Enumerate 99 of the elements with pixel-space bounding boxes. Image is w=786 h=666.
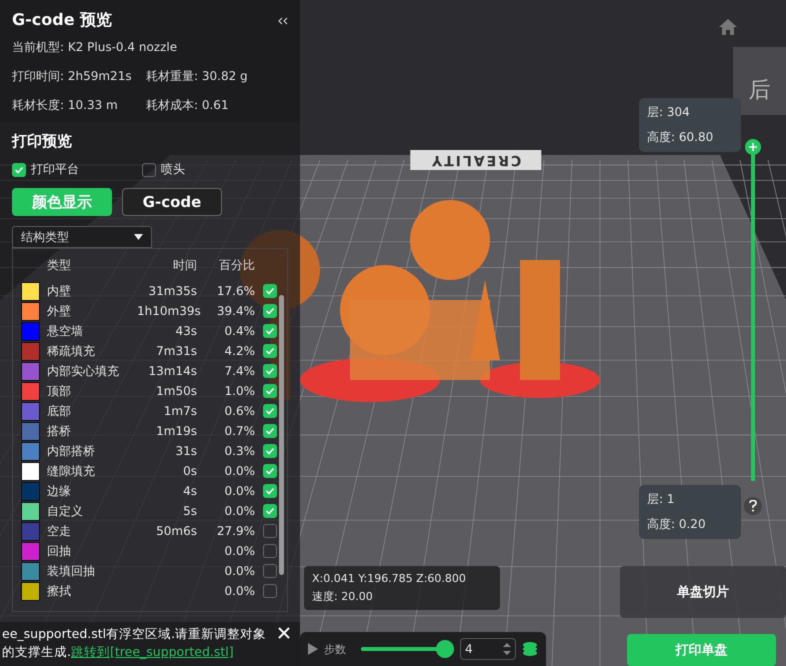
checkbox[interactable]: [263, 324, 277, 338]
feature-time: 1m7s: [162, 404, 197, 418]
checkbox[interactable]: [263, 584, 277, 598]
feature-percent: 0.0%: [224, 584, 255, 598]
scrollbar[interactable]: [279, 295, 284, 575]
step-input-field[interactable]: 4: [460, 638, 516, 660]
checkbox[interactable]: [263, 384, 277, 398]
feature-percent: 0.3%: [224, 444, 255, 458]
column-header: 类型: [47, 256, 72, 274]
section-title: 打印预览: [12, 132, 73, 151]
checkbox[interactable]: [263, 564, 277, 578]
feature-name: 缝隙填充: [47, 462, 96, 480]
feature-percent: 39.4%: [216, 304, 255, 318]
checkbox-label: 打印平台: [31, 161, 79, 178]
home-icon[interactable]: [719, 19, 737, 35]
feature-name: 装填回抽: [47, 562, 96, 580]
feature-time: 50m6s: [155, 524, 197, 538]
feature-name: 内部搭桥: [47, 442, 96, 460]
checkbox[interactable]: [263, 524, 277, 538]
print-stat: 耗材成本: 0.61: [146, 97, 230, 114]
layer-label: 层: 304: [647, 104, 691, 121]
feature-percent: 0.0%: [224, 504, 255, 518]
feature-time: 43s: [174, 324, 197, 338]
feature-percent: 27.9%: [216, 524, 255, 538]
view-type-dropdown[interactable]: 结构类型: [12, 226, 152, 248]
checkbox[interactable]: [263, 404, 277, 418]
machine-label: 当前机型: K2 Plus-0.4 nozzle: [12, 39, 178, 56]
feature-percent: 7.4%: [224, 364, 255, 378]
feature-percent: 0.0%: [224, 544, 255, 558]
feature-time: 13m14s: [148, 364, 197, 378]
column-header: 百分比: [218, 256, 255, 274]
view-mode-button[interactable]: G-code: [122, 188, 222, 216]
checkbox[interactable]: [263, 284, 277, 298]
feature-name: 内部实心填充: [47, 362, 120, 380]
feature-name: 稀疏填充: [47, 342, 96, 360]
plate-logo: CREALITY: [410, 150, 542, 170]
object-link[interactable]: 跳转到[tree_supported.stl]: [70, 644, 234, 659]
feature-percent: 0.0%: [224, 464, 255, 478]
feature-name: 悬空墙: [47, 322, 84, 340]
column-header: 时间: [172, 256, 197, 274]
view-cube[interactable]: 后: [733, 47, 786, 115]
feature-percent: 4.2%: [224, 344, 255, 358]
speed-readout: 速度: 20.00: [312, 589, 374, 604]
checkbox[interactable]: [263, 504, 277, 518]
feature-name: 外壁: [47, 302, 72, 320]
collapse-icon[interactable]: [278, 16, 288, 24]
play-icon[interactable]: [308, 643, 318, 655]
feature-time: 31m35s: [148, 284, 197, 298]
print-stat: 耗材重量: 30.82 g: [146, 68, 249, 85]
feature-percent: 0.4%: [224, 324, 255, 338]
checkbox[interactable]: [142, 162, 156, 176]
checkbox[interactable]: [263, 304, 277, 318]
slider-thumb[interactable]: [436, 640, 454, 658]
feature-time: 31s: [174, 444, 197, 458]
checkbox-label: 喷头: [161, 161, 185, 178]
feature-name: 回抽: [47, 542, 72, 560]
feature-name: 自定义: [47, 502, 84, 520]
feature-name: 内壁: [47, 282, 72, 300]
checkmark-icon: [14, 164, 24, 174]
feature-time: 1m19s: [155, 424, 197, 438]
feature-time: 0s: [182, 464, 197, 478]
layer-label: 层: 1: [647, 491, 676, 508]
feature-time: 1m50s: [155, 384, 197, 398]
feature-percent: 0.6%: [224, 404, 255, 418]
checkbox[interactable]: [263, 544, 277, 558]
feature-time: 4s: [182, 484, 197, 498]
feature-name: 顶部: [47, 382, 72, 400]
feature-percent: 1.0%: [224, 384, 255, 398]
panel-title: G-code 预览: [12, 10, 112, 31]
spinner-icon[interactable]: [503, 642, 511, 656]
checkbox[interactable]: [263, 484, 277, 498]
feature-name: 擦拭: [47, 582, 72, 600]
feature-name: 底部: [47, 402, 72, 420]
notification-text: ee_supported.stl有浮空区域.请重新调整对象的支撑生成.跳转到[tree_supported.stl]: [1, 625, 268, 661]
print-stat: 耗材长度: 10.33 m: [12, 97, 119, 114]
checkbox[interactable]: [263, 444, 277, 458]
checkbox[interactable]: [263, 364, 277, 378]
slice-button[interactable]: 单盘切片: [620, 566, 786, 618]
height-label: 高度: 60.80: [647, 129, 714, 146]
checkbox[interactable]: [263, 464, 277, 478]
checkbox[interactable]: [263, 344, 277, 358]
feature-percent: 17.6%: [216, 284, 255, 298]
feature-name: 搭桥: [47, 422, 72, 440]
feature-time: 5s: [182, 504, 197, 518]
feature-name: 边缘: [47, 482, 72, 500]
feature-percent: 0.7%: [224, 424, 255, 438]
height-label: 高度: 0.20: [647, 516, 707, 533]
feature-name: 空走: [47, 522, 72, 540]
caret-icon: [134, 234, 143, 240]
position-readout: X:0.041 Y:196.785 Z:60.800: [312, 572, 467, 585]
slider-thumb[interactable]: [745, 139, 761, 155]
step-label: 步数: [324, 642, 346, 656]
layers-icon[interactable]: [522, 641, 538, 657]
checkbox[interactable]: [263, 424, 277, 438]
print-stat: 打印时间: 2h59m21s: [12, 68, 133, 85]
checkbox[interactable]: [12, 162, 26, 176]
feature-time: 7m31s: [155, 344, 197, 358]
feature-percent: 0.0%: [224, 564, 255, 578]
feature-percent: 0.0%: [224, 484, 255, 498]
